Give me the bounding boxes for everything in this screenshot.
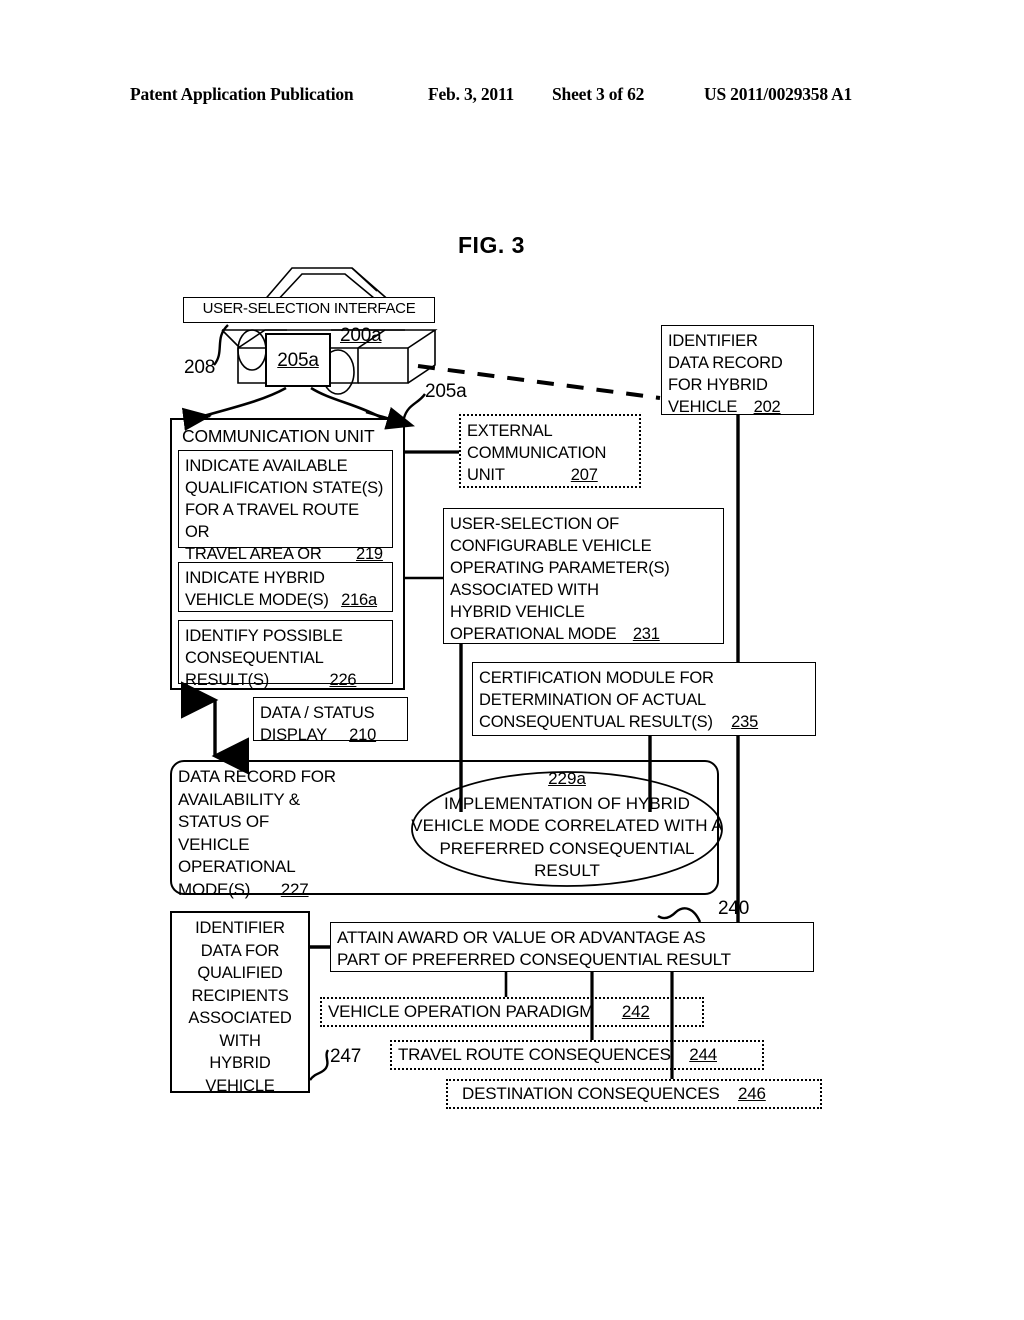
identifier-data-record-line1: IDENTIFIER bbox=[668, 332, 758, 350]
user-selection-parameters-line1: USER-SELECTION OF bbox=[450, 515, 619, 533]
attain-award-box[interactable]: ATTAIN AWARD OR VALUE OR ADVANTAGE AS PA… bbox=[330, 922, 814, 972]
implementation-ellipse-num: 229a bbox=[548, 769, 586, 788]
data-record-availability-line3: STATUS OF bbox=[178, 812, 270, 831]
qualified-recipients-line7: HYBRID bbox=[209, 1054, 271, 1072]
vehicle-operation-paradigm-box[interactable]: VEHICLE OPERATION PARADIGM 242 bbox=[320, 997, 704, 1027]
vehicle-operation-paradigm-label: VEHICLE OPERATION PARADIGM bbox=[328, 1002, 594, 1021]
node-205a-box[interactable]: 205a bbox=[265, 333, 331, 387]
qualified-recipients-leader-num: 247 bbox=[330, 1046, 362, 1067]
certification-module-line1: CERTIFICATION MODULE FOR bbox=[479, 669, 714, 687]
user-selection-parameters-box[interactable]: USER-SELECTION OF CONFIGURABLE VEHICLE O… bbox=[443, 508, 724, 644]
identifier-data-record-line4: VEHICLE bbox=[668, 398, 738, 416]
hybrid-modes-line1: INDICATE HYBRID bbox=[185, 569, 325, 587]
user-selection-parameters-line3: OPERATING PARAMETER(S) bbox=[450, 559, 670, 577]
data-status-display-box[interactable]: DATA / STATUS DISPLAY 210 bbox=[253, 697, 408, 744]
node-205a-leader-label: 205a bbox=[425, 381, 467, 402]
user-selection-parameters-line6: OPERATIONAL MODE bbox=[450, 625, 617, 643]
external-communication-unit-box[interactable]: EXTERNAL COMMUNICATION UNIT 207 bbox=[459, 414, 641, 488]
external-communication-unit-line1: EXTERNAL bbox=[467, 422, 553, 440]
identifier-data-record-line3: FOR HYBRID bbox=[668, 376, 768, 394]
implementation-ellipse-line3: PREFERRED CONSEQUENTIAL bbox=[439, 838, 695, 858]
possible-results-num: 226 bbox=[329, 671, 357, 689]
external-communication-unit-num: 207 bbox=[570, 466, 598, 484]
qualification-states-line1: INDICATE AVAILABLE bbox=[185, 457, 348, 475]
qualification-states-line3: FOR A TRAVEL ROUTE OR bbox=[185, 501, 359, 541]
attain-award-leader-num: 240 bbox=[718, 898, 750, 919]
certification-module-num: 235 bbox=[731, 713, 759, 731]
attain-award-line2: PART OF PREFERRED CONSEQUENTIAL RESULT bbox=[337, 950, 731, 969]
vehicle-operation-paradigm-num: 242 bbox=[621, 1002, 650, 1021]
user-selection-interface-label: USER-SELECTION INTERFACE bbox=[202, 300, 416, 317]
hybrid-modes-num: 216a bbox=[341, 591, 377, 609]
implementation-ellipse-label: 229a IMPLEMENTATION OF HYBRID VEHICLE MO… bbox=[402, 768, 732, 883]
certification-module-line3: CONSEQUENTUAL RESULT(S) bbox=[479, 713, 713, 731]
user-selection-parameters-line2: CONFIGURABLE VEHICLE bbox=[450, 537, 652, 555]
implementation-ellipse-line2: VEHICLE MODE CORRELATED WITH A bbox=[411, 816, 723, 835]
identifier-data-record-line2: DATA RECORD bbox=[668, 354, 783, 372]
destination-consequences-box[interactable]: DESTINATION CONSEQUENCES 246 bbox=[446, 1079, 822, 1109]
communication-unit-title: COMMUNICATION UNIT bbox=[182, 426, 375, 446]
data-record-availability-line6: MODE(S) bbox=[178, 879, 251, 899]
data-status-display-num: 210 bbox=[349, 726, 377, 744]
qualified-recipients-line5: ASSOCIATED bbox=[188, 1009, 292, 1027]
possible-results-line2: CONSEQUENTIAL bbox=[185, 649, 324, 667]
interface-ref-208: 208 bbox=[184, 357, 216, 378]
qualification-states-line2: QUALIFICATION STATE(S) bbox=[185, 479, 384, 497]
data-record-availability-line4: VEHICLE bbox=[178, 834, 250, 854]
data-record-availability-line1: DATA RECORD FOR bbox=[178, 767, 336, 786]
data-status-display-line1: DATA / STATUS bbox=[260, 704, 375, 722]
destination-consequences-label: DESTINATION CONSEQUENCES bbox=[462, 1084, 720, 1103]
travel-route-consequences-label: TRAVEL ROUTE CONSEQUENCES bbox=[398, 1045, 671, 1064]
node-205a-label: 205a bbox=[277, 350, 319, 371]
hybrid-modes-line2: VEHICLE MODE(S) bbox=[185, 591, 329, 609]
certification-module-box[interactable]: CERTIFICATION MODULE FOR DETERMINATION O… bbox=[472, 662, 816, 736]
indicate-hybrid-vehicle-modes-box[interactable]: INDICATE HYBRID VEHICLE MODE(S) 216a bbox=[178, 562, 393, 612]
travel-route-consequences-box[interactable]: TRAVEL ROUTE CONSEQUENCES 244 bbox=[390, 1040, 764, 1070]
destination-consequences-num: 246 bbox=[738, 1084, 766, 1103]
data-record-availability-num: 227 bbox=[280, 879, 309, 899]
qualified-recipients-line1: IDENTIFIER bbox=[195, 919, 285, 937]
qualified-recipients-line4: RECIPIENTS bbox=[191, 986, 289, 1005]
identify-possible-results-box[interactable]: IDENTIFY POSSIBLE CONSEQUENTIAL RESULT(S… bbox=[178, 620, 393, 689]
user-selection-parameters-line4: ASSOCIATED WITH bbox=[450, 581, 599, 599]
qualified-recipients-line6: WITH bbox=[219, 1031, 261, 1050]
data-record-availability-line2: AVAILABILITY & bbox=[178, 789, 300, 809]
qualified-recipients-line8: VEHICLE bbox=[205, 1076, 275, 1095]
qualified-recipients-line2: DATA FOR bbox=[200, 941, 280, 960]
data-status-display-line2: DISPLAY bbox=[260, 726, 327, 744]
user-selection-parameters-line5: HYBRID VEHICLE bbox=[450, 603, 585, 621]
identifier-qualified-recipients-box[interactable]: IDENTIFIER DATA FOR QUALIFIED RECIPIENTS… bbox=[170, 911, 310, 1095]
identifier-data-record-box[interactable]: IDENTIFIER DATA RECORD FOR HYBRID VEHICL… bbox=[661, 325, 814, 416]
qualification-states-line4: TRAVEL AREA OR bbox=[185, 545, 322, 563]
external-communication-unit-line2: COMMUNICATION bbox=[467, 444, 607, 462]
possible-results-line3: RESULT(S) bbox=[185, 671, 270, 689]
qualified-recipients-line3: QUALIFIED bbox=[197, 964, 283, 982]
implementation-ellipse-line4: RESULT bbox=[534, 861, 600, 880]
vehicle-ref-200a: 200a bbox=[340, 325, 382, 346]
certification-module-line2: DETERMINATION OF ACTUAL bbox=[479, 691, 707, 709]
indicate-qualification-states-box[interactable]: INDICATE AVAILABLE QUALIFICATION STATE(S… bbox=[178, 450, 393, 585]
user-selection-parameters-num: 231 bbox=[632, 625, 660, 643]
data-record-availability-line5: OPERATIONAL bbox=[178, 857, 296, 876]
identifier-data-record-num: 202 bbox=[753, 398, 781, 416]
attain-award-line1: ATTAIN AWARD OR VALUE OR ADVANTAGE AS bbox=[337, 928, 706, 947]
implementation-ellipse-line1: IMPLEMENTATION OF HYBRID bbox=[444, 793, 690, 813]
qualification-states-num: 219 bbox=[355, 545, 383, 563]
possible-results-line1: IDENTIFY POSSIBLE bbox=[185, 627, 343, 645]
travel-route-consequences-num: 244 bbox=[689, 1045, 718, 1064]
external-communication-unit-line3: UNIT bbox=[467, 466, 505, 484]
user-selection-interface-box[interactable]: USER-SELECTION INTERFACE bbox=[183, 297, 435, 323]
